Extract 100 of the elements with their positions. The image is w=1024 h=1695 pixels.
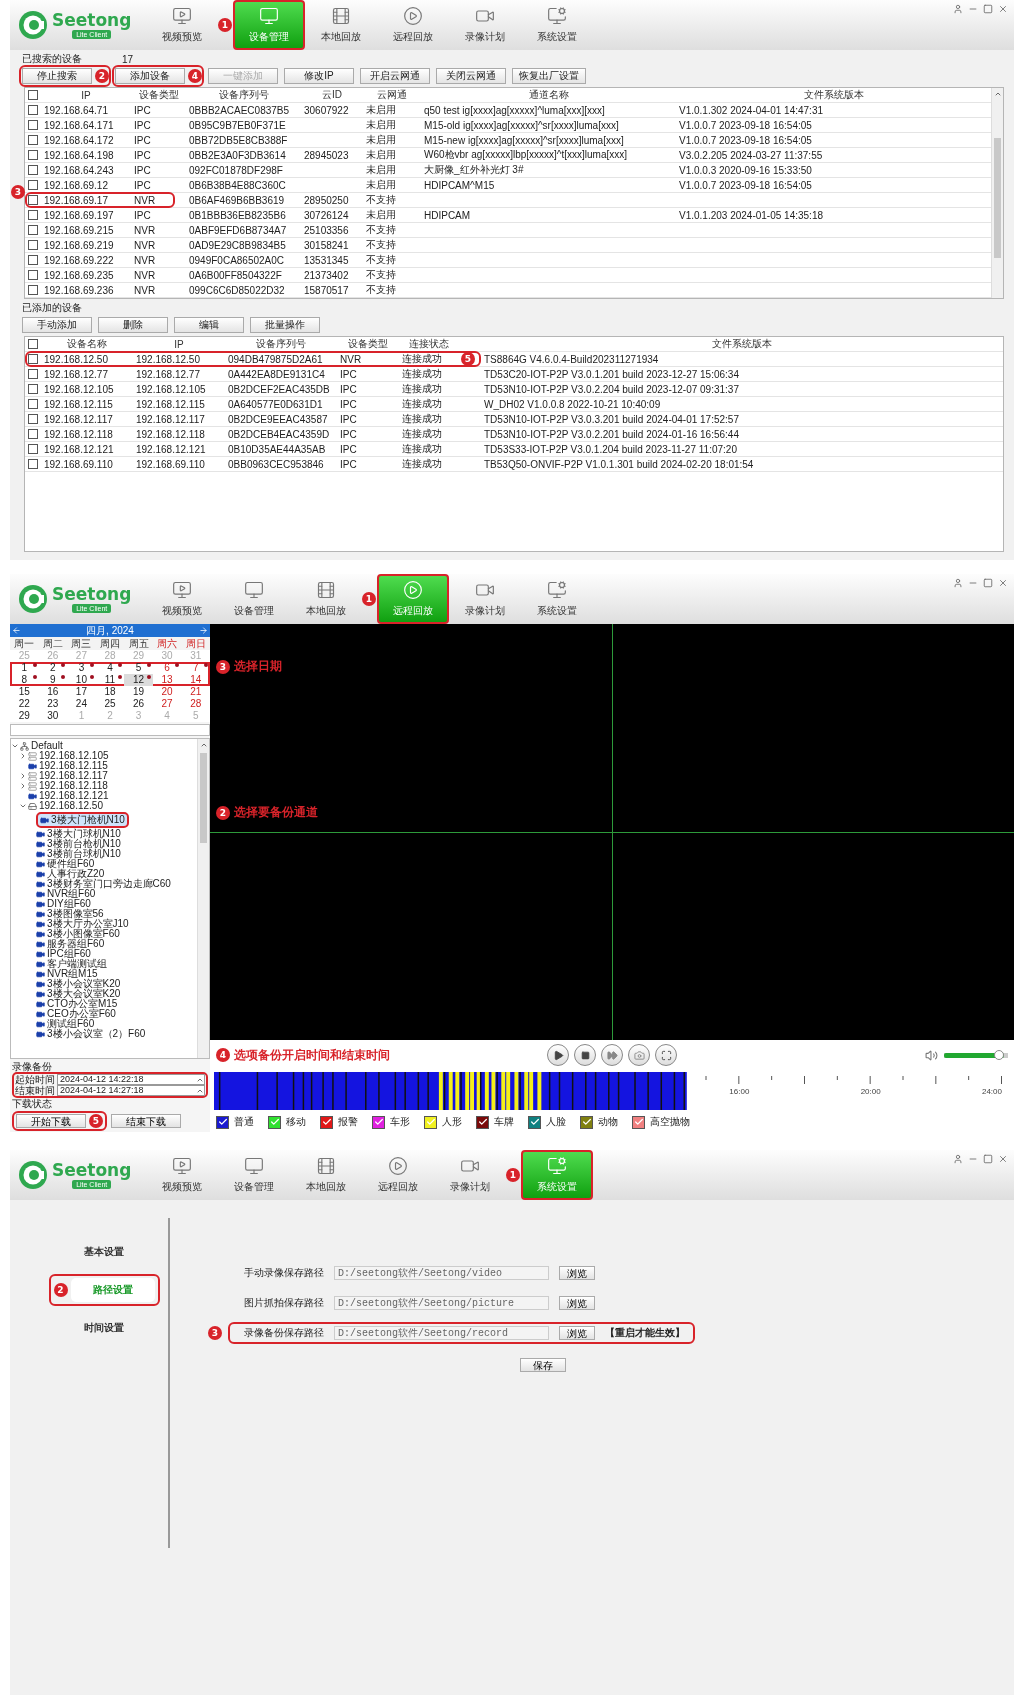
download-button[interactable]: 开始下载: [16, 1114, 86, 1128]
scroll-up-icon[interactable]: [199, 741, 208, 749]
checkbox[interactable]: [28, 444, 38, 454]
expand-icon[interactable]: [19, 782, 27, 790]
user-icon[interactable]: [953, 4, 963, 14]
tree-item[interactable]: 3楼大门球机N10: [36, 829, 123, 839]
fast-forward-button[interactable]: [601, 1044, 623, 1066]
tree-item[interactable]: 3楼图像室56: [36, 909, 106, 919]
stop-button[interactable]: [574, 1044, 596, 1066]
calendar-day[interactable]: 8: [10, 674, 39, 686]
checkbox[interactable]: [28, 135, 38, 145]
search-field[interactable]: [10, 724, 210, 736]
checkbox[interactable]: [28, 150, 38, 160]
calendar-day[interactable]: 14: [181, 674, 210, 686]
tree-item[interactable]: CTO办公室M15: [36, 999, 120, 1009]
tree-item[interactable]: 3楼前台球机N10: [36, 849, 123, 859]
calendar-day[interactable]: 4: [95, 662, 125, 674]
nav-tab[interactable]: 系统设置: [521, 574, 593, 624]
toolbar-button[interactable]: 停止搜索: [22, 68, 92, 84]
checkbox[interactable]: [28, 165, 38, 175]
nav-tab[interactable]: 本地回放: [290, 574, 362, 624]
toolbar-button[interactable]: 编辑: [174, 317, 244, 333]
calendar-day[interactable]: 12: [124, 674, 153, 686]
legend-checkbox[interactable]: [268, 1115, 281, 1129]
checkbox[interactable]: [28, 369, 38, 379]
checkbox[interactable]: [28, 90, 38, 100]
calendar-day[interactable]: 11: [95, 674, 125, 686]
tree-item[interactable]: 3楼大厅办公室J10: [36, 919, 131, 929]
legend-checkbox[interactable]: [216, 1115, 229, 1129]
nav-tab[interactable]: 系统设置: [521, 0, 593, 50]
checkbox[interactable]: [28, 270, 38, 280]
calendar-day[interactable]: 16: [38, 686, 68, 698]
close-icon[interactable]: [998, 4, 1008, 14]
time-field[interactable]: 2024-04-12 14:22:18: [57, 1074, 205, 1085]
calendar-day[interactable]: 23: [38, 698, 68, 710]
browse-button[interactable]: 浏览: [559, 1326, 595, 1340]
tree-item[interactable]: 192.168.12.121: [28, 791, 111, 801]
nav-tab[interactable]: 视频预览: [146, 0, 218, 50]
expand-icon[interactable]: [11, 742, 19, 750]
path-field[interactable]: D:/seetong软件/Seetong/record: [334, 1326, 549, 1340]
toolbar-button[interactable]: 删除: [98, 317, 168, 333]
tree-item[interactable]: 3楼小会议室K20: [36, 979, 123, 989]
calendar-day[interactable]: 18: [95, 686, 125, 698]
tree-item[interactable]: CEO办公室F60: [36, 1009, 118, 1019]
calendar-day[interactable]: 6: [152, 662, 182, 674]
checkbox[interactable]: [28, 195, 38, 205]
toolbar-button[interactable]: 修改IP: [284, 68, 354, 84]
calendar-day[interactable]: 30: [38, 710, 68, 722]
checkbox[interactable]: [28, 225, 38, 235]
maximize-icon[interactable]: [983, 4, 993, 14]
close-icon[interactable]: [998, 1154, 1008, 1164]
nav-tab[interactable]: 录像计划: [449, 0, 521, 50]
tree-item[interactable]: 192.168.12.115: [28, 761, 110, 771]
save-button[interactable]: 保存: [520, 1358, 566, 1372]
calendar-day[interactable]: 2: [38, 662, 68, 674]
fullscreen-button[interactable]: [655, 1044, 677, 1066]
calendar-day[interactable]: 5: [124, 662, 153, 674]
calendar-day[interactable]: 21: [181, 686, 210, 698]
tree-item[interactable]: 3楼小会议室（2）F60: [36, 1029, 148, 1039]
user-icon[interactable]: [953, 578, 963, 588]
nav-tab[interactable]: 设备管理: [218, 1150, 290, 1200]
expand-icon[interactable]: [19, 752, 27, 760]
calendar-day[interactable]: 26: [124, 698, 153, 710]
calendar-day[interactable]: 13: [152, 674, 182, 686]
calendar-day[interactable]: 3: [67, 662, 96, 674]
checkbox[interactable]: [28, 384, 38, 394]
tree-item[interactable]: 测试组F60: [36, 1019, 97, 1029]
next-month-icon[interactable]: [199, 626, 208, 635]
tree-item[interactable]: 192.168.12.118: [28, 781, 110, 791]
volume-icon[interactable]: [925, 1048, 938, 1062]
legend-checkbox[interactable]: [320, 1115, 333, 1129]
legend-checkbox[interactable]: [476, 1115, 489, 1129]
tree-item[interactable]: 服务器组F60: [36, 939, 107, 949]
volume-slider[interactable]: [944, 1050, 1008, 1060]
user-icon[interactable]: [953, 1154, 963, 1164]
scrollbar[interactable]: [991, 88, 1003, 298]
calendar-day[interactable]: 22: [10, 698, 39, 710]
toolbar-button[interactable]: 批量操作: [250, 317, 320, 333]
browse-button[interactable]: 浏览: [559, 1266, 595, 1280]
tree-item[interactable]: 3楼财务室门口旁边走廊C60: [36, 879, 173, 889]
calendar-day[interactable]: 10: [67, 674, 96, 686]
tree-item[interactable]: IPC组F60: [36, 949, 93, 959]
checkbox[interactable]: [28, 240, 38, 250]
legend-checkbox[interactable]: [372, 1115, 385, 1129]
checkbox[interactable]: [28, 399, 38, 409]
scrollbar[interactable]: [197, 739, 209, 1058]
checkbox[interactable]: [28, 429, 38, 439]
expand-icon[interactable]: [19, 802, 27, 810]
calendar-day[interactable]: 1: [10, 662, 39, 674]
path-field[interactable]: D:/seetong软件/Seetong/video: [334, 1266, 549, 1280]
nav-tab[interactable]: 远程回放: [377, 0, 449, 50]
tree-item[interactable]: 客户端测试组: [36, 959, 109, 969]
checkbox[interactable]: [28, 180, 38, 190]
checkbox[interactable]: [28, 120, 38, 130]
browse-button[interactable]: 浏览: [559, 1296, 595, 1310]
checkbox[interactable]: [28, 414, 38, 424]
calendar-day[interactable]: 28: [181, 698, 210, 710]
tree-item[interactable]: Default: [20, 741, 65, 751]
calendar-day[interactable]: 9: [38, 674, 68, 686]
download-button[interactable]: 结束下载: [111, 1114, 181, 1128]
